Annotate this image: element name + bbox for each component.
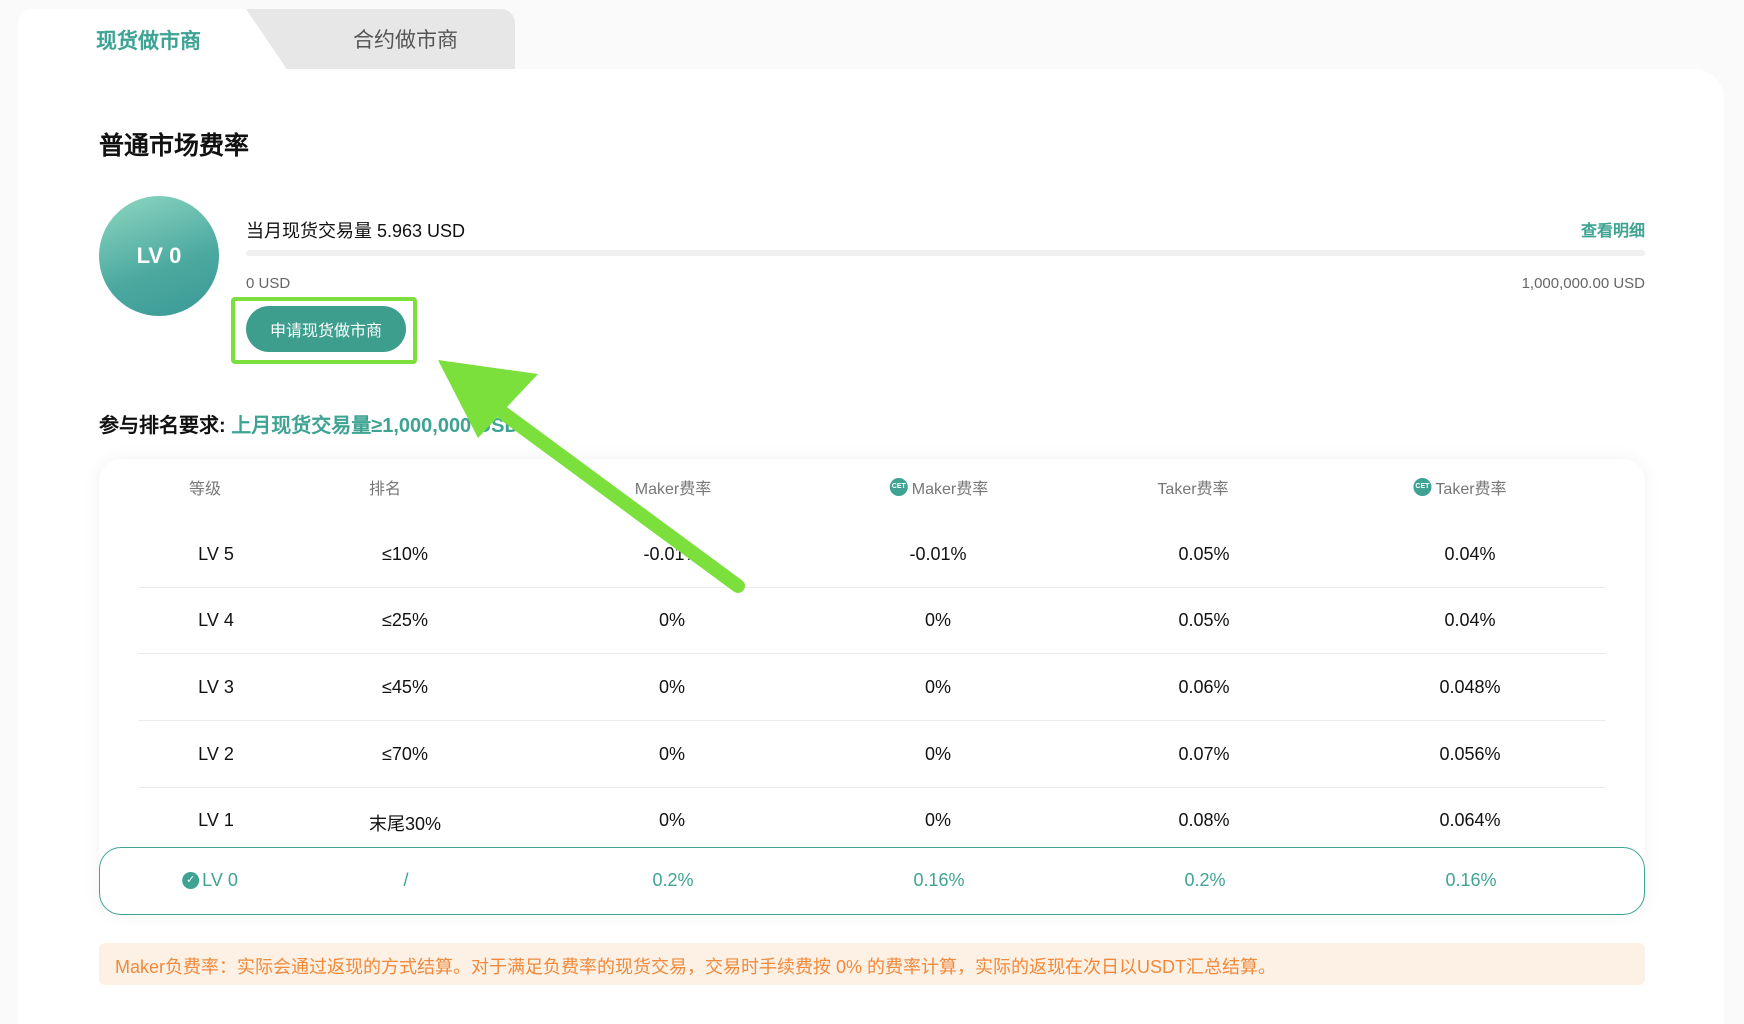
cell-rank: ≤70% [382,744,428,764]
cell-cet-taker: 0.04% [1444,610,1496,630]
header-rank: 排名 [368,481,402,498]
cell-level: LV 4 [198,610,234,630]
cell-rank: ≤25% [382,610,428,630]
view-details-link[interactable]: 查看明细 [1581,217,1645,241]
fee-rate-table: 等级 排名 Maker费率 CET Maker费率 Taker费率 CET Take… [99,459,1645,915]
cell-level: LV 5 [198,544,234,564]
table-row: LV 2 ≤70% 0% 0% 0.07% 0.056% [99,722,1645,788]
cell-level: LV 3 [198,677,234,697]
header-cet-maker-rate: CET Maker费率 [889,475,988,499]
cell-cet-maker: 0% [924,744,952,764]
table-row: LV 1 末尾30% 0% 0% 0.08% 0.064% [99,788,1645,854]
cell-maker: -0.01% [643,544,701,564]
current-level-row: ✓ LV 0 / 0.2% 0.16% 0.2% 0.16% [99,847,1645,915]
cet-icon: CET [1413,478,1432,496]
cell-maker: 0% [658,744,686,764]
header-level: 等级 [188,481,222,498]
apply-spot-market-maker-button[interactable]: 申请现货做市商 [246,306,406,352]
cell-level: ✓ LV 0 [182,870,238,891]
rank-requirement-label: 参与排名要求: [99,415,226,437]
volume-progress-bar [246,250,1645,256]
table-row: LV 4 ≤25% 0% 0% 0.05% 0.04% [99,588,1645,654]
level-badge: LV 0 [99,196,219,316]
cet-icon: CET [889,478,908,496]
cell-taker: 0.06% [1178,677,1230,697]
table-row: LV 3 ≤45% 0% 0% 0.06% 0.048% [99,655,1645,721]
cell-cet-maker: 0% [924,610,952,630]
cell-cet-maker: 0% [924,677,952,697]
maker-negative-rate-notice: Maker负费率：实际会通过返现的方式结算。对于满足负费率的现货交易，交易时手续… [99,943,1645,985]
cell-maker: 0% [658,610,686,630]
cell-taker: 0.05% [1178,610,1230,630]
cell-taker: 0.05% [1178,544,1230,564]
cell-level: LV 2 [198,744,234,764]
tab-spot-label: 现货做市商 [96,30,201,53]
tab-contract-label: 合约做市商 [353,29,458,52]
cell-rank: ≤10% [382,544,428,564]
cell-maker: 0% [658,677,686,697]
cell-cet-taker: 0.056% [1439,744,1501,764]
header-taker-rate: Taker费率 [1157,481,1229,498]
section-title: 普通市场费率 [99,132,250,160]
cell-taker: 0.07% [1178,744,1230,764]
cell-taker: 0.2% [1184,870,1226,890]
cell-rank: ≤45% [382,677,428,697]
cell-taker: 0.08% [1178,810,1230,830]
cell-cet-taker: 0.064% [1439,810,1501,830]
cell-cet-maker: -0.01% [909,544,967,564]
tab-contract-market-maker[interactable]: 合约做市商 [246,9,515,69]
cell-maker: 0.2% [652,870,694,890]
cell-maker: 0% [658,810,686,830]
market-maker-tabs: 合约做市商 现货做市商 [18,9,515,71]
cell-cet-taker: 0.048% [1439,677,1501,697]
header-cet-taker-rate: CET Taker费率 [1413,475,1507,499]
monthly-volume-text: 当月现货交易量 5.963 USD [246,221,466,241]
cell-cet-taker: 0.16% [1445,870,1497,890]
cell-rank: 末尾30% [368,814,442,834]
cell-cet-maker: 0.16% [913,870,965,890]
progress-range-max: 1,000,000.00 USD [1521,275,1645,292]
rank-requirement: 参与排名要求: 上月现货交易量≥1,000,000 USD [99,409,519,438]
header-maker-rate: Maker费率 [634,481,712,498]
check-icon: ✓ [182,872,200,889]
rank-requirement-value: 上月现货交易量≥1,000,000 USD [231,415,519,437]
cell-cet-taker: 0.04% [1444,544,1496,564]
table-row: LV 5 ≤10% -0.01% -0.01% 0.05% 0.04% [99,522,1645,588]
cell-level: LV 1 [198,810,234,830]
cell-cet-maker: 0% [924,810,952,830]
progress-range-min: 0 USD [246,275,291,292]
cell-rank: / [403,870,409,890]
tab-spot-market-maker[interactable]: 现货做市商 [18,9,288,71]
